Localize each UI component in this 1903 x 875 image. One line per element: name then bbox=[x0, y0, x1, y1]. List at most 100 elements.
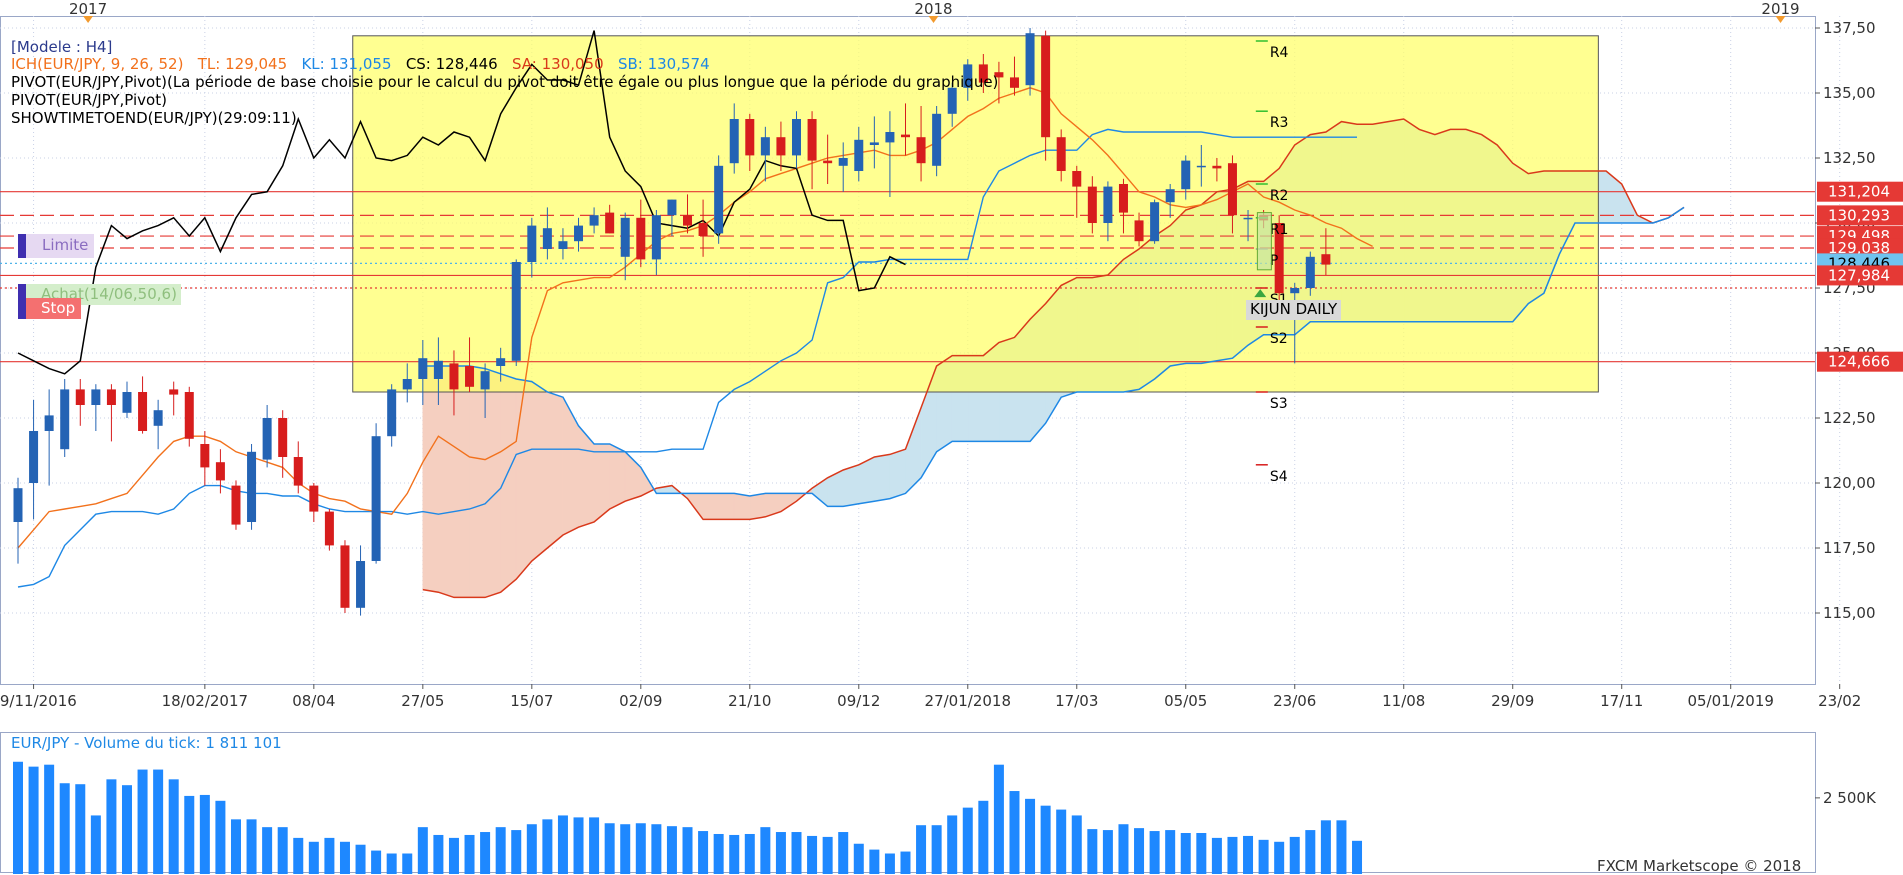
candle-body bbox=[340, 545, 350, 608]
volume-bar bbox=[277, 827, 288, 874]
candle-body bbox=[792, 119, 801, 156]
volume-bar bbox=[1352, 840, 1363, 874]
year-label: 2019 bbox=[1761, 0, 1799, 18]
volume-bar bbox=[869, 849, 880, 874]
cloud-segment bbox=[842, 464, 860, 507]
limit-order-tag[interactable]: Limite bbox=[18, 234, 95, 258]
cloud-segment bbox=[702, 493, 719, 520]
candle-body bbox=[1072, 171, 1082, 187]
candle-body bbox=[387, 389, 397, 437]
volume-bar bbox=[791, 832, 802, 874]
candle-body bbox=[262, 418, 272, 460]
candle-body bbox=[278, 418, 288, 457]
candle-body bbox=[900, 134, 910, 138]
volume-bar bbox=[184, 795, 195, 874]
volume-bar bbox=[1180, 833, 1191, 874]
volume-bar bbox=[480, 832, 491, 874]
volume-bar bbox=[355, 844, 366, 874]
volume-bar bbox=[402, 853, 413, 874]
volume-bar bbox=[168, 779, 179, 874]
x-tick-label: 19/11/2016 bbox=[0, 692, 77, 710]
candle-body bbox=[838, 158, 848, 166]
watermark: FXCM Marketscope © 2018 bbox=[1597, 857, 1802, 875]
candle-body bbox=[589, 215, 599, 226]
volume-bar bbox=[137, 769, 148, 874]
candle-body bbox=[574, 225, 584, 242]
volume-bar bbox=[495, 827, 506, 874]
candle-body bbox=[247, 451, 257, 522]
price-chart[interactable]: R4R3R2R1PS1S2S3S4 115,00117,50120,00122,… bbox=[0, 0, 1903, 874]
candle-body bbox=[1165, 189, 1175, 203]
pivot-legend[interactable]: PIVOT(EUR/JPY,Pivot)(La période de base … bbox=[11, 73, 998, 91]
volume-bar bbox=[1305, 830, 1316, 874]
candle-body bbox=[683, 215, 693, 226]
candle-body bbox=[542, 228, 552, 249]
volume-bar bbox=[542, 819, 553, 874]
kijun-value: KL: 131,055 bbox=[301, 55, 392, 73]
candle-body bbox=[153, 410, 163, 426]
x-tick-label: 05/01/2019 bbox=[1687, 692, 1773, 710]
volume-legend[interactable]: EUR/JPY - Volume du tick: 1 811 101 bbox=[11, 734, 282, 752]
volume-tick-label: 2 500K bbox=[1823, 789, 1877, 807]
candle-body bbox=[371, 436, 381, 561]
volume-bar bbox=[324, 837, 335, 874]
cloud-segment bbox=[484, 368, 501, 598]
volume-bar bbox=[464, 834, 475, 874]
x-tick-label: 18/02/2017 bbox=[162, 692, 248, 710]
volume-bar bbox=[215, 800, 226, 874]
volume-bar bbox=[230, 819, 241, 874]
volume-bar bbox=[371, 850, 382, 874]
candle-body bbox=[1321, 254, 1331, 265]
candle-body bbox=[1227, 163, 1237, 216]
cloud-segment bbox=[438, 365, 455, 598]
volume-bar bbox=[635, 823, 646, 874]
candle-body bbox=[1181, 160, 1191, 190]
candle-body bbox=[60, 389, 70, 450]
ichimoku-legend[interactable]: ICH(EUR/JPY, 9, 26, 52) TL: 129,045 KL: … bbox=[11, 55, 710, 73]
volume-bar bbox=[1025, 798, 1036, 874]
tenkan-value: TL: 129,045 bbox=[197, 55, 288, 73]
volume-bar bbox=[900, 851, 911, 874]
candle-body bbox=[698, 223, 708, 236]
candle-body bbox=[309, 485, 319, 512]
x-tick-label: 09/12 bbox=[837, 692, 880, 710]
candle-body bbox=[760, 137, 770, 156]
x-tick-label: 23/06 bbox=[1273, 692, 1316, 710]
volume-bar bbox=[44, 764, 55, 874]
volume-bar bbox=[121, 785, 132, 874]
price-tag-label: 127,984 bbox=[1828, 266, 1890, 284]
volume-bar bbox=[775, 832, 786, 874]
candle-body bbox=[293, 457, 303, 486]
candle-body bbox=[138, 392, 148, 431]
volume-bar bbox=[993, 764, 1004, 874]
volume-bar bbox=[1040, 805, 1051, 874]
candle-body bbox=[511, 262, 521, 361]
volume-bar bbox=[853, 843, 864, 874]
volume-bar bbox=[1227, 836, 1238, 874]
volume-bar bbox=[698, 831, 709, 874]
volume-bar bbox=[262, 827, 273, 874]
y-tick-label: 122,50 bbox=[1823, 409, 1876, 427]
candle-body bbox=[885, 132, 895, 143]
stop-order-tag[interactable]: Stop bbox=[18, 298, 82, 319]
candle-body bbox=[527, 225, 537, 262]
candle-body bbox=[1150, 202, 1160, 242]
candle-body bbox=[776, 137, 786, 156]
volume-bar bbox=[246, 819, 257, 874]
cloud-segment bbox=[749, 493, 766, 520]
pivot-legend-2[interactable]: PIVOT(EUR/JPY,Pivot) bbox=[11, 91, 167, 109]
x-tick-label: 27/05 bbox=[401, 692, 444, 710]
candle-body bbox=[496, 358, 506, 366]
cloud-segment bbox=[453, 365, 470, 598]
volume-bar bbox=[59, 783, 70, 874]
x-tick-label: 17/11 bbox=[1600, 692, 1643, 710]
volume-bar bbox=[651, 824, 662, 874]
volume-bar bbox=[1102, 830, 1113, 874]
timer-legend[interactable]: SHOWTIMETOEND(EUR/JPY)(29:09:11) bbox=[11, 109, 297, 127]
candle-body bbox=[620, 217, 630, 257]
volume-bar bbox=[1071, 815, 1082, 874]
y-tick-label: 120,00 bbox=[1823, 474, 1876, 492]
candle-body bbox=[745, 119, 755, 156]
candle-body bbox=[200, 444, 210, 468]
volume-bar bbox=[1211, 837, 1222, 874]
